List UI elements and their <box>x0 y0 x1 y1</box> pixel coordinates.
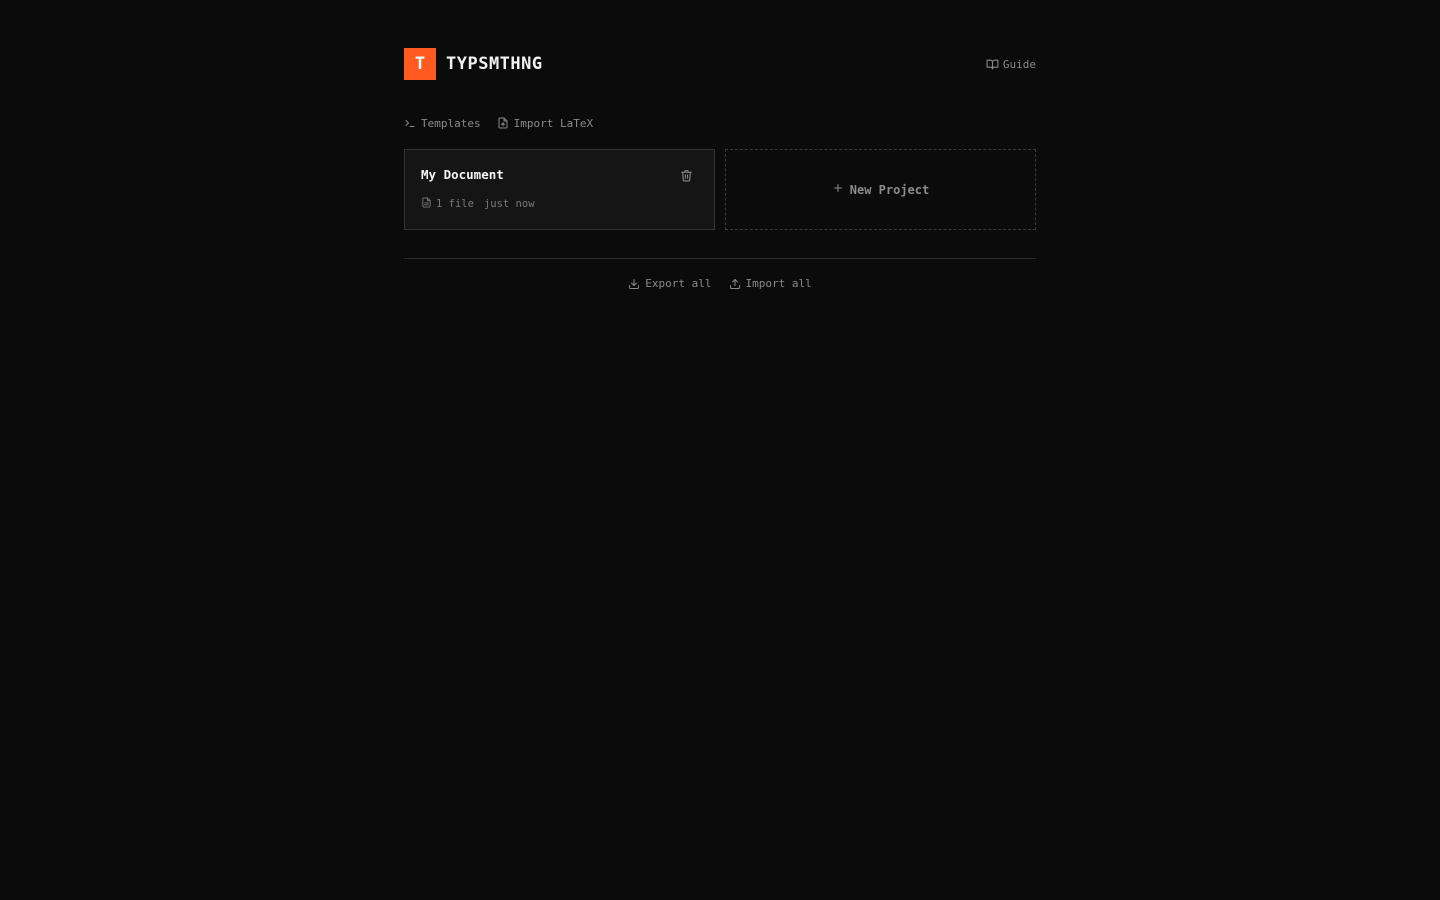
import-latex-label: Import LaTeX <box>513 116 594 130</box>
import-all-label: Import all <box>745 277 812 290</box>
delete-project-button[interactable] <box>680 169 693 182</box>
new-project-button[interactable]: New Project <box>725 149 1036 230</box>
export-all-label: Export all <box>645 277 712 290</box>
import-all-button[interactable]: Import all <box>729 277 812 290</box>
file-import-icon <box>497 117 509 129</box>
project-meta: 1 file just now <box>421 197 698 211</box>
action-bar: Templates Import LaTeX <box>404 116 1036 130</box>
plus-icon <box>832 182 844 197</box>
project-title: My Document <box>421 167 504 182</box>
import-latex-button[interactable]: Import LaTeX <box>497 117 593 130</box>
trash-icon <box>680 169 693 182</box>
divider <box>404 258 1036 259</box>
updated-time: just now <box>483 198 535 210</box>
app-name: TYPSMTHNG <box>446 54 543 74</box>
brand[interactable]: T TYPSMTHNG <box>404 48 543 80</box>
terminal-icon <box>404 117 416 129</box>
file-count: 1 file <box>436 198 474 210</box>
templates-button[interactable]: Templates <box>404 117 481 130</box>
book-open-icon <box>986 58 999 71</box>
upload-icon <box>729 278 741 290</box>
header: T TYPSMTHNG Guide <box>404 48 1036 80</box>
guide-link[interactable]: Guide <box>986 58 1036 71</box>
home-container: T TYPSMTHNG Guide Templates Import LaTeX… <box>404 48 1036 290</box>
new-project-label: New Project <box>849 182 930 197</box>
download-icon <box>628 278 640 290</box>
templates-label: Templates <box>421 116 481 130</box>
file-icon <box>421 197 432 211</box>
guide-label: Guide <box>1002 57 1036 71</box>
app-logo: T <box>404 48 436 80</box>
export-all-button[interactable]: Export all <box>628 277 712 290</box>
footer-actions: Export all Import all <box>404 277 1036 290</box>
project-grid: My Document 1 file just now New Project <box>404 149 1036 230</box>
project-card[interactable]: My Document 1 file just now <box>404 149 715 230</box>
